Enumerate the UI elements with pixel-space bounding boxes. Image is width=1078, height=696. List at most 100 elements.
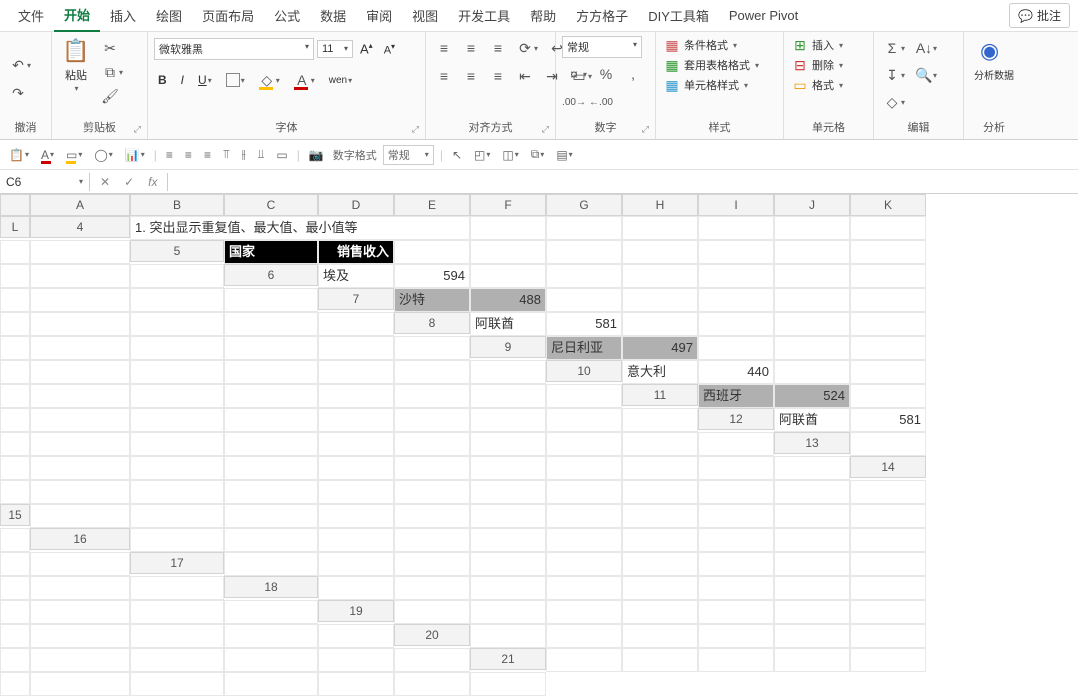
row-header[interactable]: 20 xyxy=(394,624,470,646)
cell[interactable] xyxy=(470,456,546,480)
row-header[interactable]: 15 xyxy=(0,504,30,526)
cell[interactable] xyxy=(622,552,698,576)
cell[interactable] xyxy=(698,288,774,312)
cell[interactable] xyxy=(394,408,470,432)
cell[interactable] xyxy=(30,408,130,432)
cell[interactable] xyxy=(774,264,850,288)
tab-help[interactable]: 帮助 xyxy=(520,0,566,31)
cell[interactable] xyxy=(698,576,774,600)
cell[interactable] xyxy=(30,456,130,480)
cell[interactable] xyxy=(394,600,470,624)
cell[interactable] xyxy=(130,672,224,696)
sb-cursor-button[interactable]: ↖ xyxy=(449,146,465,164)
tab-page-layout[interactable]: 页面布局 xyxy=(192,0,264,31)
cell[interactable] xyxy=(850,288,926,312)
bold-button[interactable]: B xyxy=(154,71,171,89)
enter-formula-button[interactable]: ✓ xyxy=(120,173,138,191)
cell[interactable] xyxy=(546,600,622,624)
fill-button[interactable]: ↧▾ xyxy=(880,65,909,85)
cell[interactable] xyxy=(318,312,394,336)
cell[interactable] xyxy=(698,624,774,648)
cell[interactable] xyxy=(546,648,622,672)
cell[interactable] xyxy=(0,336,30,360)
cancel-formula-button[interactable]: ✕ xyxy=(96,173,114,191)
cell[interactable] xyxy=(30,600,130,624)
cell[interactable] xyxy=(774,528,850,552)
cell[interactable]: 意大利 xyxy=(622,360,698,384)
cell[interactable] xyxy=(30,576,130,600)
decrease-indent-button[interactable]: ⇤ xyxy=(513,66,537,86)
italic-button[interactable]: I xyxy=(177,71,188,89)
cell[interactable] xyxy=(698,336,774,360)
cell[interactable] xyxy=(850,600,926,624)
cell[interactable] xyxy=(698,648,774,672)
cell[interactable] xyxy=(394,360,470,384)
fx-button[interactable]: fx xyxy=(144,173,161,191)
cell[interactable] xyxy=(774,552,850,576)
tab-home[interactable]: 开始 xyxy=(54,0,100,32)
cell[interactable] xyxy=(698,552,774,576)
tab-view[interactable]: 视图 xyxy=(402,0,448,31)
sb-layout-button[interactable]: ▤▾ xyxy=(553,146,575,164)
cell[interactable] xyxy=(470,600,546,624)
column-header[interactable]: F xyxy=(470,194,546,216)
phonetic-button[interactable]: wen▾ xyxy=(325,73,356,88)
cell[interactable] xyxy=(318,360,394,384)
sb-chart-button[interactable]: 📊▾ xyxy=(122,146,148,164)
cell[interactable] xyxy=(622,216,698,240)
cell[interactable] xyxy=(224,312,318,336)
cell[interactable] xyxy=(224,432,318,456)
cell[interactable] xyxy=(394,528,470,552)
orientation-button[interactable]: ⟳▾ xyxy=(513,38,542,58)
cell[interactable] xyxy=(224,648,318,672)
cell[interactable] xyxy=(774,288,850,312)
decrease-size-button[interactable]: A▾ xyxy=(380,40,399,59)
cell[interactable] xyxy=(30,336,130,360)
cell[interactable] xyxy=(130,648,224,672)
cell[interactable] xyxy=(30,624,130,648)
cell[interactable] xyxy=(774,312,850,336)
cell[interactable] xyxy=(318,408,394,432)
cell[interactable] xyxy=(546,216,622,240)
cell[interactable]: 581 xyxy=(546,312,622,336)
cell[interactable] xyxy=(774,600,850,624)
tab-developer[interactable]: 开发工具 xyxy=(448,0,520,31)
cell[interactable] xyxy=(224,408,318,432)
cell[interactable]: 销售收入 xyxy=(318,240,394,264)
number-launcher-icon[interactable]: ⤢ xyxy=(642,124,649,135)
cell[interactable] xyxy=(470,576,546,600)
cell[interactable] xyxy=(622,408,698,432)
select-all-corner[interactable] xyxy=(0,194,30,216)
clipboard-launcher-icon[interactable]: ⤢ xyxy=(134,124,141,135)
cell[interactable] xyxy=(394,480,470,504)
cell[interactable] xyxy=(224,456,318,480)
column-header[interactable]: A xyxy=(30,194,130,216)
increase-size-button[interactable]: A▴ xyxy=(356,39,377,58)
cell[interactable] xyxy=(546,528,622,552)
align-bottom-button[interactable]: ≡ xyxy=(486,38,510,58)
cell[interactable] xyxy=(318,576,394,600)
cell[interactable] xyxy=(850,240,926,264)
cell[interactable] xyxy=(622,312,698,336)
sb-paste-button[interactable]: 📋▾ xyxy=(6,146,32,164)
cell[interactable] xyxy=(224,360,318,384)
cell[interactable] xyxy=(698,600,774,624)
cell[interactable] xyxy=(318,480,394,504)
cell[interactable] xyxy=(698,240,774,264)
align-center-button[interactable]: ≡ xyxy=(459,66,483,86)
cell[interactable]: 国家 xyxy=(224,240,318,264)
sb-camera-button[interactable]: 📷 xyxy=(306,146,327,164)
cell[interactable] xyxy=(698,216,774,240)
cell[interactable] xyxy=(622,240,698,264)
cell[interactable] xyxy=(622,624,698,648)
font-name-select[interactable]: 微软雅黑▾ xyxy=(154,38,314,60)
cell[interactable] xyxy=(470,672,546,696)
redo-button[interactable]: ↷ xyxy=(6,83,30,103)
cell[interactable] xyxy=(546,552,622,576)
comma-button[interactable]: , xyxy=(621,64,645,84)
cell[interactable] xyxy=(318,384,394,408)
cell[interactable] xyxy=(130,360,224,384)
cell[interactable] xyxy=(394,552,470,576)
row-header[interactable]: 17 xyxy=(130,552,224,574)
cell[interactable] xyxy=(318,528,394,552)
